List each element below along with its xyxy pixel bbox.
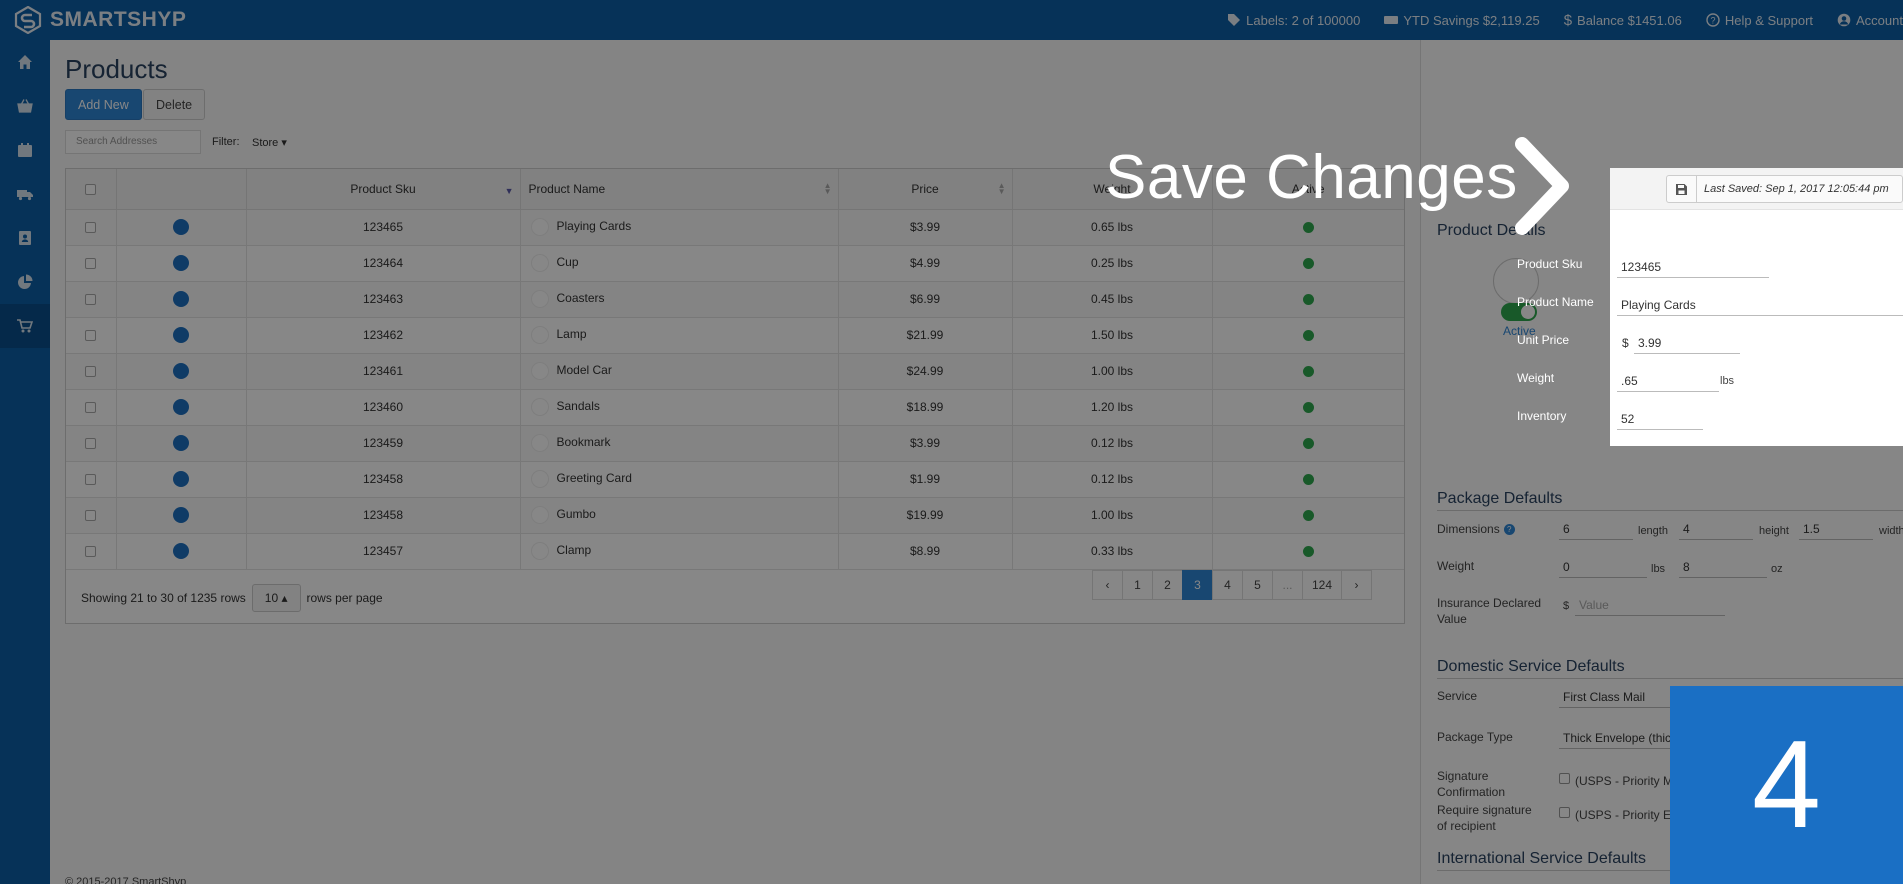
card-header: Last Saved: Sep 1, 2017 12:05:44 pm xyxy=(1610,168,1903,210)
price-currency: $ xyxy=(1622,336,1629,350)
product-name-label: Product Name xyxy=(1517,295,1594,309)
inventory-input[interactable]: 52 xyxy=(1617,408,1703,430)
save-icon-wrap xyxy=(1667,176,1697,202)
floppy-disk-icon xyxy=(1676,183,1687,195)
highlighted-product-card: Last Saved: Sep 1, 2017 12:05:44 pm Prod… xyxy=(1517,168,1903,446)
weight-input[interactable]: .65 xyxy=(1617,370,1719,392)
chevron-right-icon xyxy=(1515,137,1569,235)
unit-price-input[interactable]: 3.99 xyxy=(1634,332,1740,354)
sku-input[interactable]: 123465 xyxy=(1617,256,1769,278)
sku-label: Product Sku xyxy=(1517,257,1583,271)
product-name-input[interactable]: Playing Cards xyxy=(1617,294,1903,316)
weight-unit: lbs xyxy=(1720,375,1735,387)
step-number: 4 xyxy=(1752,716,1821,854)
inventory-label: Inventory xyxy=(1517,409,1567,423)
last-saved-text: Last Saved: Sep 1, 2017 12:05:44 pm xyxy=(1704,183,1889,195)
unit-price-label: Unit Price xyxy=(1517,333,1570,347)
tutorial-step-badge: 4 xyxy=(1670,686,1903,884)
weight-label: Weight xyxy=(1517,371,1555,385)
tutorial-callout: Save Changes xyxy=(1105,143,1518,212)
save-changes-button[interactable]: Last Saved: Sep 1, 2017 12:05:44 pm xyxy=(1666,175,1903,203)
